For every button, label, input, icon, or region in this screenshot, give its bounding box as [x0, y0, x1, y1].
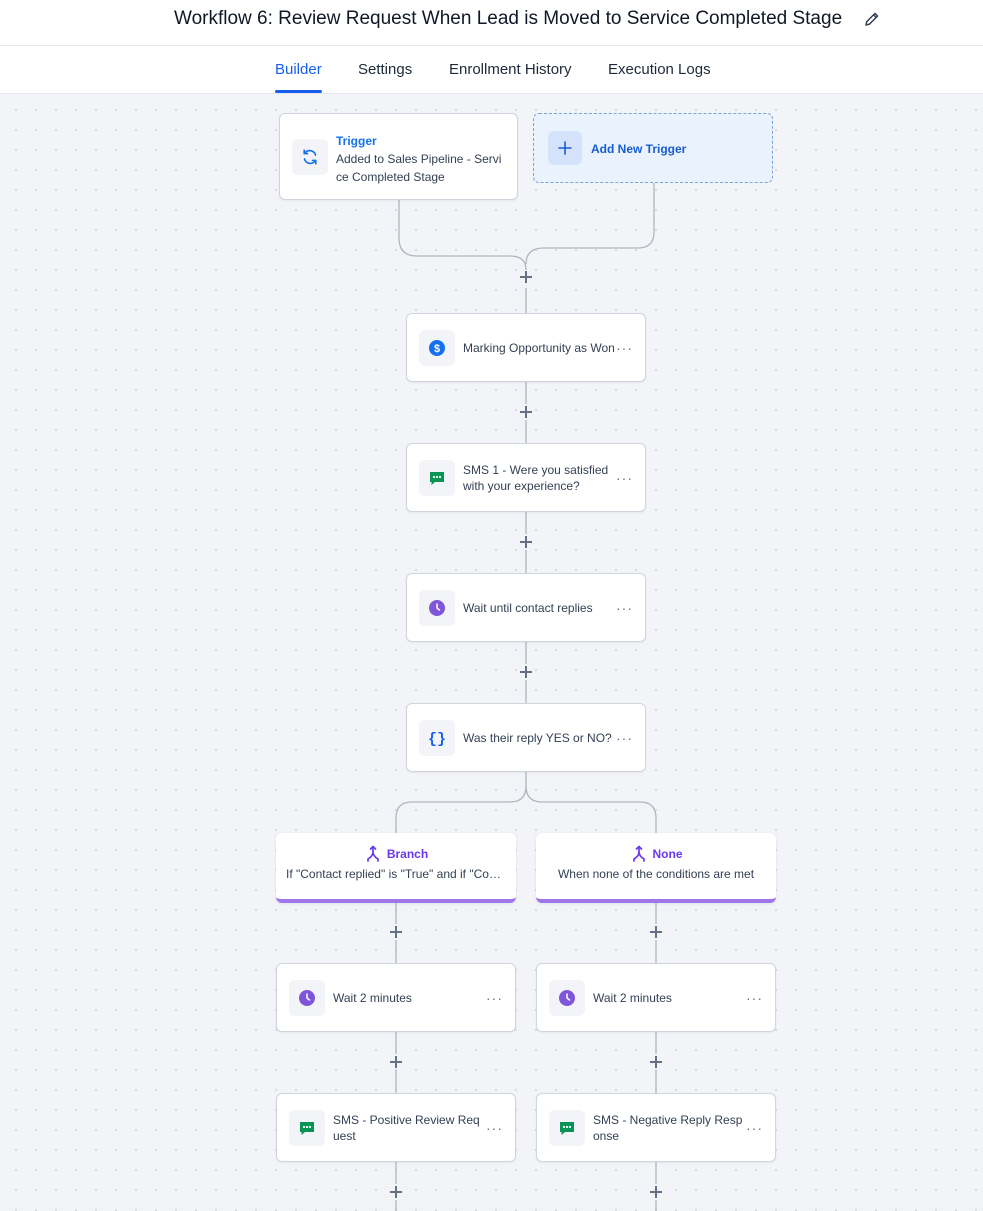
- add-step-button[interactable]: [518, 664, 534, 680]
- more-options-icon[interactable]: ···: [616, 600, 633, 616]
- workflow-title[interactable]: Workflow 6: Review Request When Lead is …: [174, 8, 842, 30]
- action-card-wait-left[interactable]: Wait 2 minutes ···: [276, 963, 516, 1032]
- action-label: SMS - Negative Reply Response: [593, 1112, 743, 1143]
- add-step-button[interactable]: [388, 924, 404, 940]
- branch-title: Branch: [386, 847, 429, 861]
- add-step-button[interactable]: [388, 1184, 404, 1200]
- more-options-icon[interactable]: ···: [486, 1120, 503, 1136]
- add-new-trigger-button[interactable]: Add New Trigger: [533, 113, 773, 183]
- action-label: SMS 1 - Were you satisfied with your exp…: [463, 462, 609, 493]
- action-card-wait-reply[interactable]: Wait until contact replies ···: [406, 573, 646, 642]
- clock-icon: [419, 589, 455, 626]
- tab-settings[interactable]: Settings: [358, 61, 412, 78]
- top-bar: Workflow 6: Review Request When Lead is …: [0, 0, 983, 46]
- branch-card-none[interactable]: None When none of the conditions are met: [536, 833, 776, 903]
- tab-enrollment-history[interactable]: Enrollment History: [449, 61, 572, 78]
- workflow-canvas[interactable]: [0, 94, 983, 1211]
- more-options-icon[interactable]: ···: [746, 990, 763, 1006]
- action-card-mark-won[interactable]: $ Marking Opportunity as Won ···: [406, 313, 646, 382]
- add-step-button[interactable]: [648, 924, 664, 940]
- add-step-button[interactable]: [648, 1054, 664, 1070]
- action-label: Marking Opportunity as Won: [463, 340, 615, 355]
- more-options-icon[interactable]: ···: [486, 990, 503, 1006]
- add-step-button[interactable]: [388, 1054, 404, 1070]
- tab-builder[interactable]: Builder: [275, 61, 322, 78]
- action-card-condition[interactable]: {} Was their reply YES or NO? ···: [406, 703, 646, 772]
- chat-icon: [289, 1109, 325, 1146]
- action-card-sms-negative[interactable]: SMS - Negative Reply Response ···: [536, 1093, 776, 1162]
- tab-bar: Builder Settings Enrollment History Exec…: [0, 46, 983, 94]
- clock-icon: [549, 979, 585, 1016]
- plus-icon: [548, 131, 582, 165]
- more-options-icon[interactable]: ···: [616, 470, 633, 486]
- action-card-sms-positive[interactable]: SMS - Positive Review Request ···: [276, 1093, 516, 1162]
- action-card-wait-right[interactable]: Wait 2 minutes ···: [536, 963, 776, 1032]
- trigger-description: Added to Sales Pipeline - Service Comple…: [336, 152, 502, 184]
- add-new-trigger-label: Add New Trigger: [591, 142, 687, 156]
- add-step-button[interactable]: [518, 534, 534, 550]
- trigger-title: Trigger: [336, 134, 377, 148]
- svg-text:{}: {}: [428, 731, 446, 748]
- chat-icon: [419, 459, 455, 496]
- pencil-icon[interactable]: [862, 9, 882, 29]
- tab-execution-logs[interactable]: Execution Logs: [608, 61, 711, 78]
- refresh-icon: [292, 138, 328, 175]
- braces-icon: {}: [419, 719, 455, 756]
- clock-icon: [289, 979, 325, 1016]
- branch-card-yes[interactable]: Branch If "Contact replied" is "True" an…: [276, 833, 516, 903]
- branch-title: None: [652, 847, 683, 861]
- action-label: SMS - Positive Review Request: [333, 1112, 480, 1143]
- trigger-card[interactable]: Trigger Added to Sales Pipeline - Servic…: [279, 113, 518, 200]
- branch-icon: [366, 845, 379, 862]
- action-label: Wait until contact replies: [463, 600, 593, 615]
- more-options-icon[interactable]: ···: [616, 340, 633, 356]
- add-step-button[interactable]: [518, 404, 534, 420]
- add-step-button[interactable]: [648, 1184, 664, 1200]
- add-step-button[interactable]: [518, 269, 534, 285]
- chat-icon: [549, 1109, 585, 1146]
- more-options-icon[interactable]: ···: [616, 730, 633, 746]
- action-label: Was their reply YES or NO?: [463, 730, 612, 745]
- action-label: Wait 2 minutes: [593, 990, 672, 1005]
- action-label: Wait 2 minutes: [333, 990, 412, 1005]
- branch-icon: [632, 845, 645, 862]
- branch-condition: When none of the conditions are met: [557, 867, 755, 881]
- more-options-icon[interactable]: ···: [746, 1120, 763, 1136]
- active-tab-indicator: [275, 90, 322, 93]
- branch-condition: If "Contact replied" is "True" and if "C…: [286, 867, 506, 881]
- svg-text:$: $: [434, 343, 440, 355]
- dollar-icon: $: [419, 329, 455, 366]
- action-card-sms1[interactable]: SMS 1 - Were you satisfied with your exp…: [406, 443, 646, 512]
